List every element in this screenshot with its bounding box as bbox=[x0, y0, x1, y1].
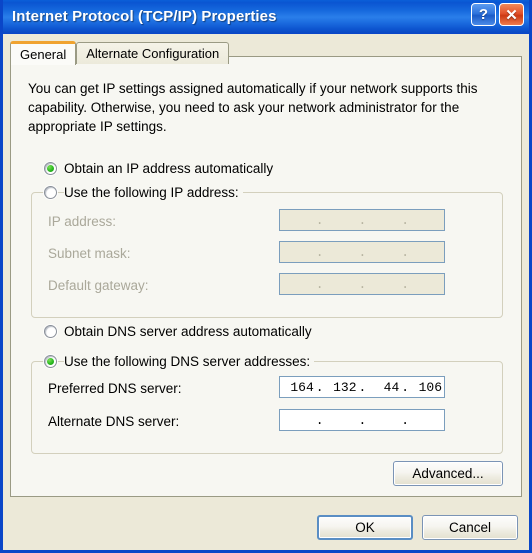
radio-obtain-dns-automatically-indicator[interactable] bbox=[44, 325, 57, 338]
help-button[interactable]: ? bbox=[471, 3, 496, 26]
window-title: Internet Protocol (TCP/IP) Properties bbox=[12, 8, 277, 25]
tab-alternate-configuration-label: Alternate Configuration bbox=[86, 46, 220, 61]
manual-ip-group bbox=[31, 192, 503, 318]
radio-obtain-ip-automatically-label: Obtain an IP address automatically bbox=[64, 161, 278, 176]
tab-general-label: General bbox=[20, 47, 67, 62]
tab-alternate-configuration[interactable]: Alternate Configuration bbox=[76, 42, 230, 64]
radio-obtain-ip-automatically[interactable]: Obtain an IP address automatically bbox=[44, 161, 278, 176]
radio-use-following-ip-label: Use the following IP address: bbox=[64, 185, 243, 200]
ok-button[interactable]: OK bbox=[317, 515, 413, 540]
advanced-button[interactable]: Advanced... bbox=[393, 461, 503, 486]
cancel-button[interactable]: Cancel bbox=[422, 515, 518, 540]
tab-page-general: You can get IP settings assigned automat… bbox=[10, 56, 522, 497]
radio-obtain-dns-automatically[interactable]: Obtain DNS server address automatically bbox=[44, 324, 316, 339]
footer-separator bbox=[3, 497, 529, 498]
title-bar-buttons: ? ✕ bbox=[471, 3, 524, 26]
intro-text: You can get IP settings assigned automat… bbox=[28, 81, 478, 134]
radio-use-following-ip-indicator[interactable] bbox=[44, 186, 57, 199]
manual-dns-group bbox=[31, 361, 503, 454]
radio-use-following-dns-indicator[interactable] bbox=[44, 355, 57, 368]
radio-obtain-ip-automatically-indicator[interactable] bbox=[44, 162, 57, 175]
radio-use-following-ip[interactable]: Use the following IP address: bbox=[44, 185, 243, 200]
radio-use-following-dns[interactable]: Use the following DNS server addresses: bbox=[44, 354, 315, 369]
radio-obtain-dns-automatically-label: Obtain DNS server address automatically bbox=[64, 324, 316, 339]
tab-strip: General Alternate Configuration bbox=[10, 41, 529, 65]
tab-general[interactable]: General bbox=[10, 41, 77, 65]
title-bar[interactable]: Internet Protocol (TCP/IP) Properties ? … bbox=[3, 0, 529, 34]
tcpip-properties-window: Internet Protocol (TCP/IP) Properties ? … bbox=[0, 0, 532, 553]
radio-use-following-dns-label: Use the following DNS server addresses: bbox=[64, 354, 315, 369]
close-icon[interactable]: ✕ bbox=[499, 3, 524, 26]
